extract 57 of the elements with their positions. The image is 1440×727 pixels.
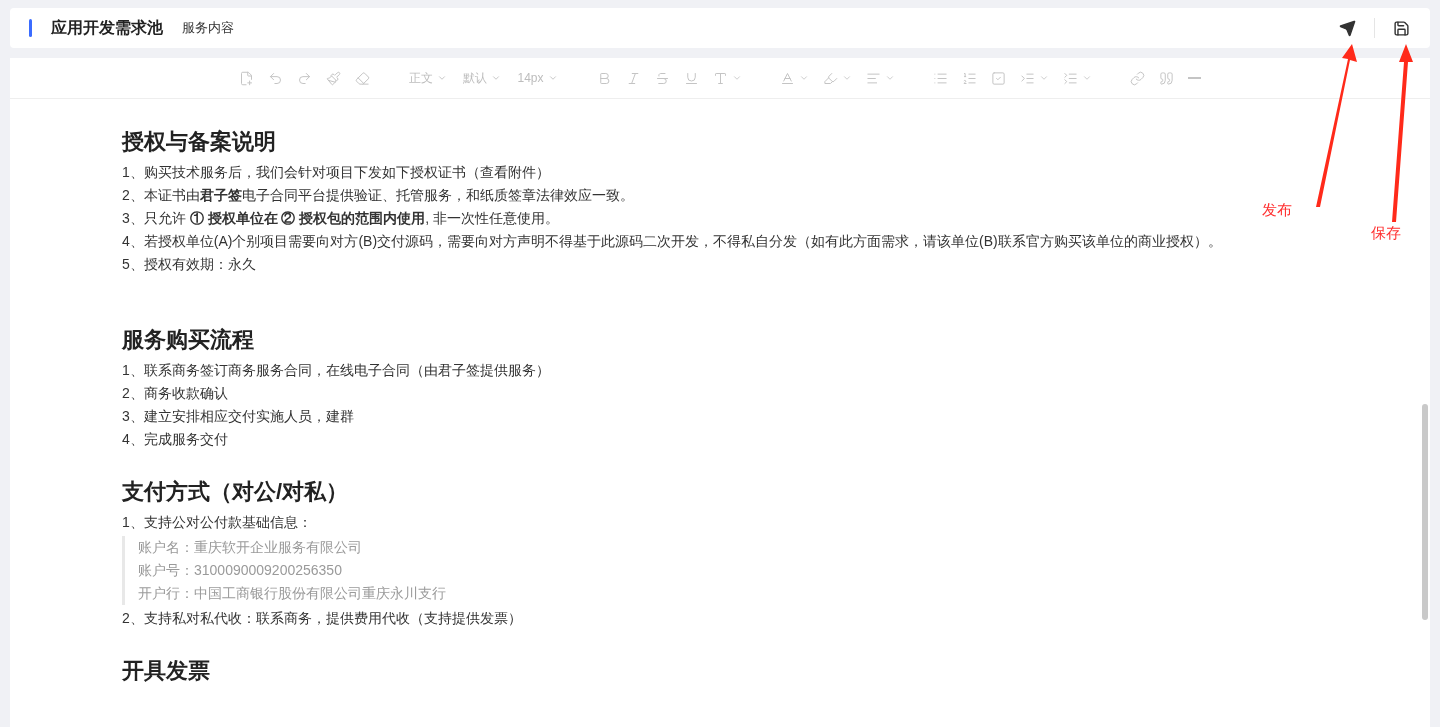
send-icon (1339, 19, 1356, 37)
text-size-icon (712, 70, 728, 86)
page-title: 应用开发需求池 (51, 18, 163, 38)
paragraph: 1、购买技术服务后，我们会针对项目下发如下授权证书（查看附件） (122, 163, 550, 182)
italic-icon (625, 70, 641, 86)
caret-icon (731, 73, 742, 83)
line-height-icon (1062, 70, 1078, 86)
caret-icon (1038, 73, 1049, 83)
paragraph: 5、授权有效期：永久 (122, 255, 256, 274)
save-icon (1393, 19, 1410, 37)
bullet-list-icon (932, 70, 948, 86)
section-heading: 支付方式（对公/对私） (122, 478, 349, 506)
paragraph: 2、支持私对私代收：联系商务，提供费用代收（支持提供发票） (122, 609, 522, 628)
annotation-label: 发布 (1262, 200, 1292, 220)
link-icon (1129, 70, 1145, 86)
paragraph: 3、只允许 ① 授权单位在 ② 授权包的范围内使用, 非一次性任意使用。 (122, 209, 560, 228)
caret-icon (437, 73, 448, 83)
horizontal-rule-icon (1187, 77, 1201, 79)
paragraph: 1、支持公对公付款基础信息： (122, 513, 312, 532)
checkbox-icon (990, 70, 1006, 86)
paragraph: 2、本证书由君子签电子合同平台提供验证、托管服务，和纸质签章法律效应一致。 (122, 186, 634, 205)
font-color-icon (779, 70, 795, 86)
indent-icon (1019, 70, 1035, 86)
format-dropdown[interactable]: 14px (509, 69, 566, 87)
quote-icon (1158, 70, 1174, 86)
undo-icon (268, 70, 284, 86)
eraser-icon (355, 70, 371, 86)
strikethrough-icon (654, 70, 670, 86)
section-heading: 服务购买流程 (122, 326, 254, 354)
paragraph: 4、若授权单位(A)个别项目需要向对方(B)交付源码，需要向对方声明不得基于此源码二次开发，不得私自分发（如有此方面需求，请该单位(B)联系官方购买该单位的商业授权）。 (122, 232, 1222, 251)
quote-line: 账户号：3100090009200256350 (138, 561, 343, 580)
section-heading: 开具发票 (122, 657, 210, 685)
caret-icon (798, 73, 809, 83)
caret-icon (547, 73, 558, 83)
caret-icon (841, 73, 852, 83)
paragraph: 1、联系商务签订商务服务合同，在线电子合同（由君子签提供服务） (122, 361, 550, 380)
paragraph: 4、完成服务交付 (122, 430, 228, 449)
highlighter-icon (822, 70, 838, 86)
quote-line: 开户行：中国工商银行股份有限公司重庆永川支行 (138, 584, 446, 603)
format-dropdown[interactable]: 正文 (401, 69, 456, 87)
annotation-label: 保存 (1371, 223, 1401, 243)
ordered-list-icon (961, 70, 977, 86)
paint-brush-icon (326, 70, 342, 86)
paragraph: 2、商务收款确认 (122, 384, 228, 403)
underline-icon (683, 70, 699, 86)
format-dropdown[interactable]: 默认 (455, 69, 510, 87)
caret-icon (884, 73, 895, 83)
quote-line: 账户名：重庆软开企业服务有限公司 (138, 538, 363, 557)
align-icon (865, 70, 881, 86)
redo-icon (297, 70, 313, 86)
caret-icon (491, 73, 502, 83)
scrollbar-thumb[interactable] (1422, 404, 1428, 620)
page-subtitle: 服务内容 (182, 19, 234, 38)
section-heading: 授权与备案说明 (122, 128, 276, 156)
caret-icon (1081, 73, 1092, 83)
add-file-icon (239, 70, 255, 86)
paragraph: 3、建立安排相应交付实施人员，建群 (122, 407, 354, 426)
